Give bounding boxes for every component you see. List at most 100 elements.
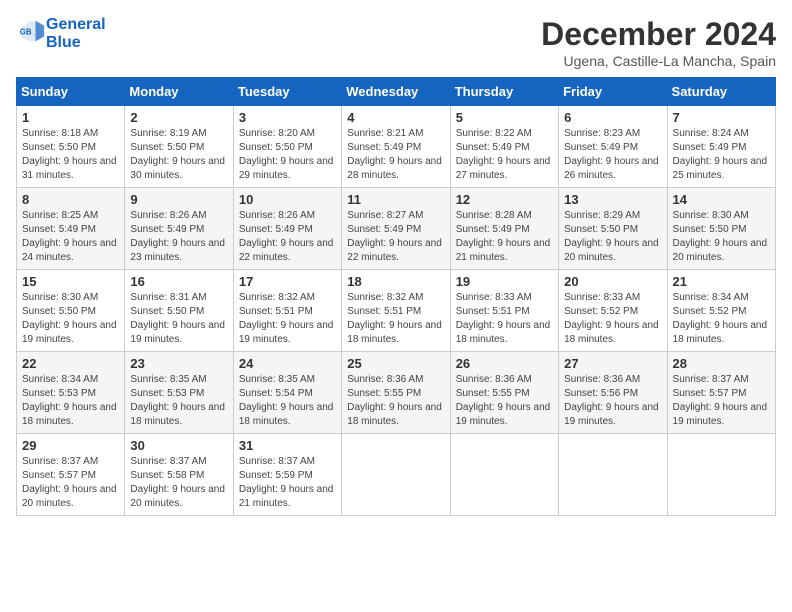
calendar-cell: 20 Sunrise: 8:33 AMSunset: 5:52 PMDayligh… [559, 270, 667, 352]
svg-text:GB: GB [20, 28, 32, 37]
calendar-cell [342, 434, 450, 516]
calendar-table: SundayMondayTuesdayWednesdayThursdayFrid… [16, 77, 776, 516]
weekday-header-thursday: Thursday [450, 78, 558, 106]
day-info: Sunrise: 8:26 AMSunset: 5:49 PMDaylight:… [130, 209, 227, 265]
calendar-cell: 29 Sunrise: 8:37 AMSunset: 5:57 PMDayligh… [17, 434, 125, 516]
day-number: 3 [239, 110, 336, 125]
calendar-cell: 9Sunrise: 8:26 AMSunset: 5:49 PMDaylight… [125, 188, 233, 270]
day-info: Sunrise: 8:23 AMSunset: 5:49 PMDaylight:… [564, 127, 661, 183]
day-number: 21 [673, 274, 770, 289]
day-info: Sunrise: 8:32 AMSunset: 5:51 PMDaylight:… [239, 291, 336, 347]
calendar-cell: 10 Sunrise: 8:26 AMSunset: 5:49 PMDayligh… [233, 188, 341, 270]
weekday-header-wednesday: Wednesday [342, 78, 450, 106]
month-title: December 2024 [541, 16, 776, 53]
calendar-cell: 19 Sunrise: 8:33 AMSunset: 5:51 PMDayligh… [450, 270, 558, 352]
day-info: Sunrise: 8:37 AMSunset: 5:57 PMDaylight:… [673, 373, 770, 429]
day-number: 1 [22, 110, 119, 125]
day-number: 22 [22, 356, 119, 371]
day-info: Sunrise: 8:18 AMSunset: 5:50 PMDaylight:… [22, 127, 119, 183]
day-number: 27 [564, 356, 661, 371]
day-number: 25 [347, 356, 444, 371]
page-header: GB General Blue December 2024 Ugena, Cas… [16, 16, 776, 69]
weekday-header-tuesday: Tuesday [233, 78, 341, 106]
calendar-header-row: SundayMondayTuesdayWednesdayThursdayFrid… [17, 78, 776, 106]
calendar-cell [450, 434, 558, 516]
calendar-cell: 22 Sunrise: 8:34 AMSunset: 5:53 PMDayligh… [17, 352, 125, 434]
day-number: 16 [130, 274, 227, 289]
day-info: Sunrise: 8:25 AMSunset: 5:49 PMDaylight:… [22, 209, 119, 265]
logo-icon: GB [18, 17, 46, 45]
day-info: Sunrise: 8:37 AMSunset: 5:59 PMDaylight:… [239, 455, 336, 511]
day-number: 4 [347, 110, 444, 125]
day-info: Sunrise: 8:29 AMSunset: 5:50 PMDaylight:… [564, 209, 661, 265]
calendar-week-row: 15Sunrise: 8:30 AMSunset: 5:50 PMDayligh… [17, 270, 776, 352]
day-number: 17 [239, 274, 336, 289]
day-info: Sunrise: 8:37 AMSunset: 5:58 PMDaylight:… [130, 455, 227, 511]
day-info: Sunrise: 8:37 AMSunset: 5:57 PMDaylight:… [22, 455, 119, 511]
calendar-cell: 15Sunrise: 8:30 AMSunset: 5:50 PMDayligh… [17, 270, 125, 352]
day-number: 5 [456, 110, 553, 125]
calendar-week-row: 29 Sunrise: 8:37 AMSunset: 5:57 PMDayligh… [17, 434, 776, 516]
day-number: 14 [673, 192, 770, 207]
calendar-cell: 26Sunrise: 8:36 AMSunset: 5:55 PMDayligh… [450, 352, 558, 434]
logo-line2: Blue [46, 34, 106, 52]
day-number: 18 [347, 274, 444, 289]
day-number: 31 [239, 438, 336, 453]
calendar-week-row: 8 Sunrise: 8:25 AMSunset: 5:49 PMDaylight… [17, 188, 776, 270]
calendar-cell: 17 Sunrise: 8:32 AMSunset: 5:51 PMDayligh… [233, 270, 341, 352]
day-info: Sunrise: 8:34 AMSunset: 5:53 PMDaylight:… [22, 373, 119, 429]
day-number: 29 [22, 438, 119, 453]
day-info: Sunrise: 8:22 AMSunset: 5:49 PMDaylight:… [456, 127, 553, 183]
day-info: Sunrise: 8:36 AMSunset: 5:55 PMDaylight:… [456, 373, 553, 429]
day-info: Sunrise: 8:27 AMSunset: 5:49 PMDaylight:… [347, 209, 444, 265]
day-info: Sunrise: 8:30 AMSunset: 5:50 PMDaylight:… [22, 291, 119, 347]
weekday-header-friday: Friday [559, 78, 667, 106]
day-number: 8 [22, 192, 119, 207]
calendar-cell: 16Sunrise: 8:31 AMSunset: 5:50 PMDayligh… [125, 270, 233, 352]
day-number: 6 [564, 110, 661, 125]
calendar-cell: 21 Sunrise: 8:34 AMSunset: 5:52 PMDayligh… [667, 270, 775, 352]
calendar-cell: 13 Sunrise: 8:29 AMSunset: 5:50 PMDayligh… [559, 188, 667, 270]
calendar-cell: 11 Sunrise: 8:27 AMSunset: 5:49 PMDayligh… [342, 188, 450, 270]
title-block: December 2024 Ugena, Castille-La Mancha,… [541, 16, 776, 69]
logo-line1: General [46, 16, 106, 34]
calendar-cell: 1 Sunrise: 8:18 AMSunset: 5:50 PMDaylight… [17, 106, 125, 188]
calendar-cell: 27 Sunrise: 8:36 AMSunset: 5:56 PMDayligh… [559, 352, 667, 434]
day-info: Sunrise: 8:20 AMSunset: 5:50 PMDaylight:… [239, 127, 336, 183]
day-info: Sunrise: 8:36 AMSunset: 5:56 PMDaylight:… [564, 373, 661, 429]
day-number: 24 [239, 356, 336, 371]
day-number: 20 [564, 274, 661, 289]
calendar-cell: 6 Sunrise: 8:23 AMSunset: 5:49 PMDaylight… [559, 106, 667, 188]
calendar-cell: 28 Sunrise: 8:37 AMSunset: 5:57 PMDayligh… [667, 352, 775, 434]
calendar-cell [559, 434, 667, 516]
day-info: Sunrise: 8:19 AMSunset: 5:50 PMDaylight:… [130, 127, 227, 183]
calendar-cell: 7 Sunrise: 8:24 AMSunset: 5:49 PMDaylight… [667, 106, 775, 188]
day-number: 7 [673, 110, 770, 125]
day-info: Sunrise: 8:30 AMSunset: 5:50 PMDaylight:… [673, 209, 770, 265]
day-number: 28 [673, 356, 770, 371]
day-number: 2 [130, 110, 227, 125]
calendar-cell: 30Sunrise: 8:37 AMSunset: 5:58 PMDayligh… [125, 434, 233, 516]
day-info: Sunrise: 8:35 AMSunset: 5:53 PMDaylight:… [130, 373, 227, 429]
calendar-cell: 8 Sunrise: 8:25 AMSunset: 5:49 PMDaylight… [17, 188, 125, 270]
day-number: 19 [456, 274, 553, 289]
day-info: Sunrise: 8:36 AMSunset: 5:55 PMDaylight:… [347, 373, 444, 429]
day-info: Sunrise: 8:21 AMSunset: 5:49 PMDaylight:… [347, 127, 444, 183]
day-number: 11 [347, 192, 444, 207]
calendar-cell: 5 Sunrise: 8:22 AMSunset: 5:49 PMDaylight… [450, 106, 558, 188]
calendar-cell: 25 Sunrise: 8:36 AMSunset: 5:55 PMDayligh… [342, 352, 450, 434]
day-number: 23 [130, 356, 227, 371]
day-info: Sunrise: 8:33 AMSunset: 5:52 PMDaylight:… [564, 291, 661, 347]
weekday-header-monday: Monday [125, 78, 233, 106]
calendar-cell: 3 Sunrise: 8:20 AMSunset: 5:50 PMDaylight… [233, 106, 341, 188]
calendar-cell: 14 Sunrise: 8:30 AMSunset: 5:50 PMDayligh… [667, 188, 775, 270]
calendar-cell: 2 Sunrise: 8:19 AMSunset: 5:50 PMDaylight… [125, 106, 233, 188]
day-info: Sunrise: 8:26 AMSunset: 5:49 PMDaylight:… [239, 209, 336, 265]
day-info: Sunrise: 8:34 AMSunset: 5:52 PMDaylight:… [673, 291, 770, 347]
day-number: 13 [564, 192, 661, 207]
day-info: Sunrise: 8:24 AMSunset: 5:49 PMDaylight:… [673, 127, 770, 183]
weekday-header-sunday: Sunday [17, 78, 125, 106]
calendar-cell: 18Sunrise: 8:32 AMSunset: 5:51 PMDayligh… [342, 270, 450, 352]
day-info: Sunrise: 8:33 AMSunset: 5:51 PMDaylight:… [456, 291, 553, 347]
day-number: 10 [239, 192, 336, 207]
